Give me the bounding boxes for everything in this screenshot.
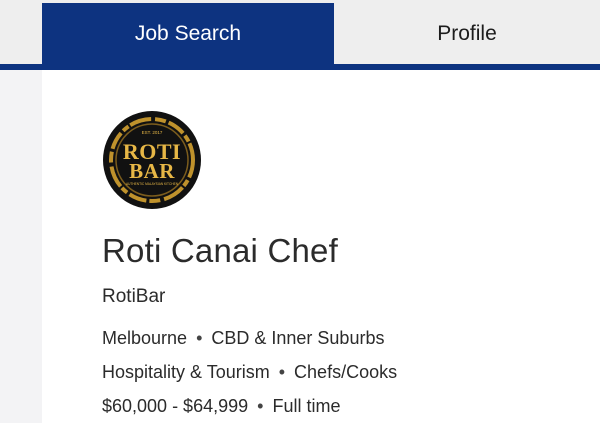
job-detail-page: Job Search Profile EST. 2017 ROTI BAR AU… <box>0 0 600 423</box>
logo-tagline: AUTHENTIC MALAYSIAN KITCHEN <box>126 182 179 186</box>
separator-dot: • <box>278 362 286 382</box>
separator-dot: • <box>257 396 264 416</box>
job-card: EST. 2017 ROTI BAR AUTHENTIC MALAYSIAN K… <box>42 70 600 423</box>
separator-dot: • <box>196 328 203 348</box>
top-navigation: Job Search Profile <box>0 0 600 64</box>
job-title: Roti Canai Chef <box>102 232 338 269</box>
tab-job-search[interactable]: Job Search <box>42 3 334 64</box>
location-line: Melbourne • CBD & Inner Suburbs <box>102 328 384 349</box>
logo-word-bar: BAR <box>129 159 175 183</box>
rotibar-logo-icon: EST. 2017 ROTI BAR AUTHENTIC MALAYSIAN K… <box>103 111 201 209</box>
tab-profile-label: Profile <box>437 21 497 45</box>
logo-est-text: EST. 2017 <box>142 130 163 135</box>
tab-profile[interactable]: Profile <box>334 3 600 64</box>
area[interactable]: CBD & Inner Suburbs <box>211 328 384 348</box>
salary: $60,000 - $64,999 <box>102 396 249 416</box>
work-type: Full time <box>272 396 341 416</box>
tab-job-search-label: Job Search <box>134 21 242 45</box>
location[interactable]: Melbourne <box>102 328 187 348</box>
company-logo: EST. 2017 ROTI BAR AUTHENTIC MALAYSIAN K… <box>102 110 202 210</box>
subcategory[interactable]: Chefs/Cooks <box>294 362 397 382</box>
company-name[interactable]: RotiBar <box>102 286 165 308</box>
category[interactable]: Hospitality & Tourism <box>102 362 270 382</box>
classification-line: Hospitality & Tourism • Chefs/Cooks <box>102 362 397 383</box>
left-gutter <box>0 70 42 423</box>
salary-line: $60,000 - $64,999 • Full time <box>102 396 340 417</box>
